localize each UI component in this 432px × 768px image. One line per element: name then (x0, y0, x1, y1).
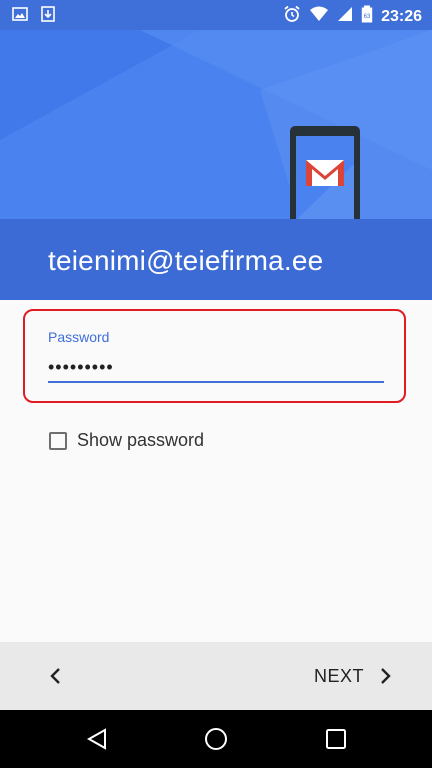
alarm-icon (283, 5, 301, 28)
download-icon (40, 6, 56, 27)
password-label: Password (48, 329, 110, 345)
action-bar: NEXT (0, 642, 432, 710)
recents-square-icon[interactable] (322, 725, 350, 753)
account-email: teienimi@teiefirma.ee (48, 245, 324, 276)
next-button[interactable]: NEXT (314, 660, 392, 692)
battery-icon: 63 (361, 5, 373, 28)
wifi-icon (309, 5, 329, 28)
status-right-icons: 63 23:26 (283, 5, 422, 28)
account-header: teienimi@teiefirma.ee (0, 30, 432, 300)
status-bar: 63 23:26 (0, 0, 432, 30)
chevron-left-icon (50, 668, 60, 684)
navigation-bar (0, 710, 432, 768)
home-circle-icon[interactable] (202, 725, 230, 753)
checkbox-box[interactable] (49, 431, 67, 450)
show-password-checkbox[interactable]: Show password (49, 430, 204, 451)
status-left-icons (12, 6, 56, 27)
password-underline (48, 381, 384, 383)
back-triangle-icon[interactable] (83, 725, 111, 753)
status-time: 23:26 (381, 7, 422, 25)
chevron-right-icon (381, 668, 391, 684)
image-icon (12, 6, 28, 27)
password-field[interactable] (48, 354, 383, 380)
svg-text:63: 63 (364, 14, 371, 20)
screen: 63 23:26 teienimi@teiefirma.ee Password … (0, 0, 432, 768)
back-button[interactable] (40, 662, 72, 690)
show-password-label: Show password (77, 430, 205, 450)
signal-icon (337, 6, 353, 27)
next-label: NEXT (313, 665, 364, 686)
